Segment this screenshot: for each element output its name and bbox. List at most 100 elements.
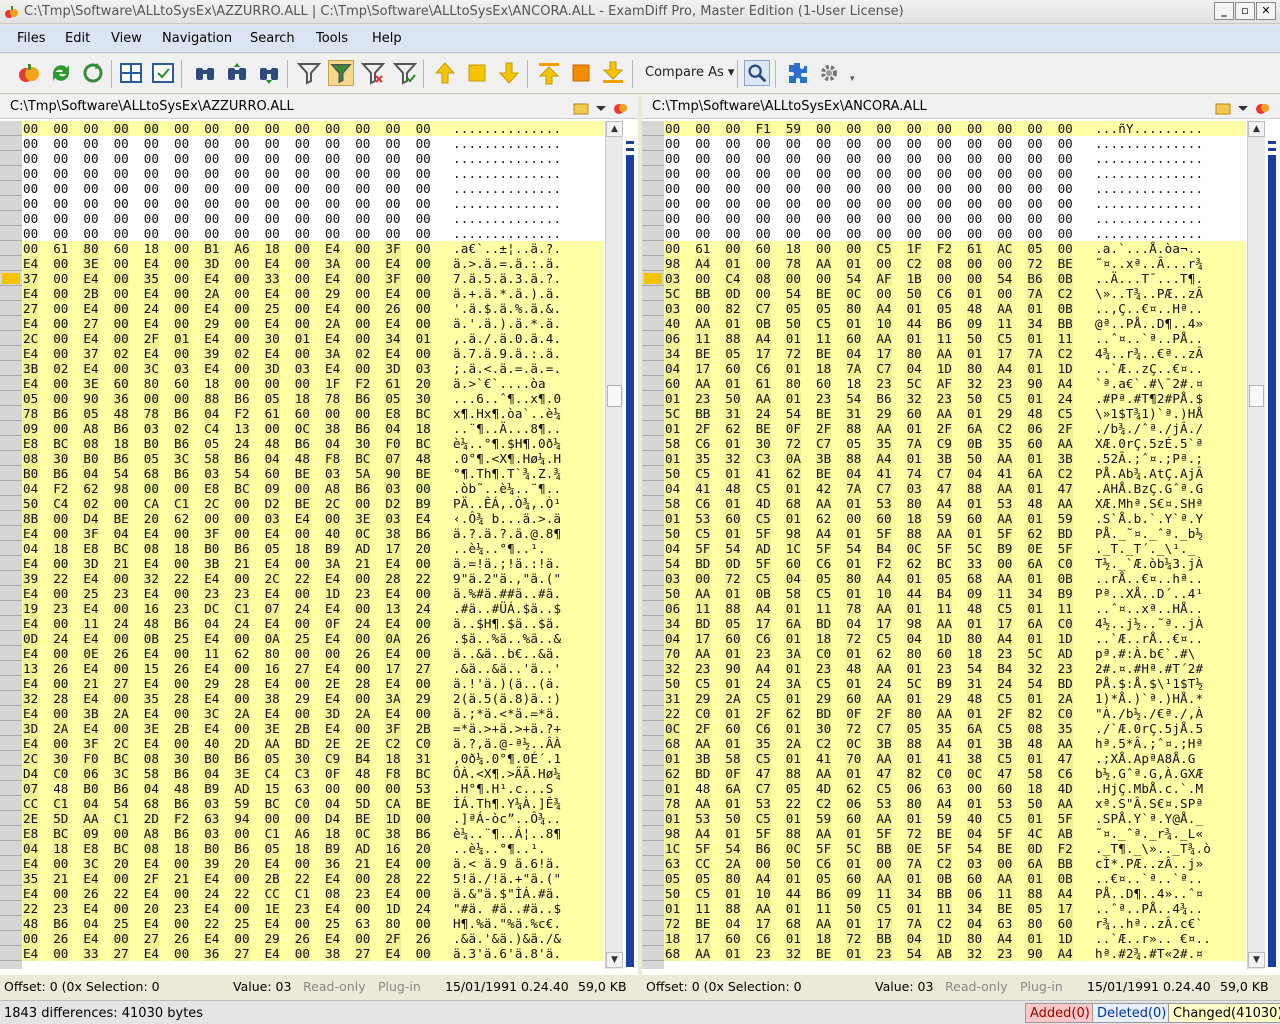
hex-byte[interactable]: 72 — [906, 826, 922, 841]
hex-byte[interactable]: 00 — [144, 181, 159, 196]
hex-byte[interactable]: E4 — [264, 256, 280, 271]
hex-byte[interactable]: C6 — [755, 631, 771, 646]
hex-row[interactable]: 04 18 E8 BC 08 18 B0 B6 05 18 B9 AD 16 20 ..è¼..°¶..¹­… — [22, 841, 604, 856]
hex-byte[interactable]: C1 — [234, 601, 250, 616]
hex-byte[interactable]: 00 — [174, 856, 190, 871]
hex-byte[interactable]: 26 — [385, 301, 401, 316]
hex-byte[interactable]: 04 — [846, 616, 861, 631]
hex-byte[interactable]: 31 — [725, 406, 741, 421]
hex-byte[interactable]: 01 — [785, 631, 801, 646]
ascii-column[interactable]: 2#.¤.#Hª.#T´2# — [1095, 661, 1203, 676]
hex-row[interactable]: 60 AA 01 61 80 60 18 23 5C AF 32 23 90 A4 `ª.a€`.#\¯2#… — [664, 376, 1246, 391]
hex-byte[interactable]: 17 — [385, 541, 401, 556]
hex-byte[interactable]: 24 — [415, 901, 431, 916]
hex-byte[interactable]: 00 — [53, 616, 69, 631]
hex-byte[interactable]: E4 — [385, 706, 401, 721]
hex-byte[interactable]: 00 — [265, 226, 280, 241]
hex-row[interactable]: 04 41 48 C5 01 42 7A C7 03 47 88 AA 01 47 .AHÅ.BzÇ.Gˆª… — [664, 481, 1246, 496]
hex-byte[interactable]: 5D — [53, 811, 69, 826]
hex-byte[interactable]: 00 — [415, 916, 431, 931]
hex-byte[interactable]: 62 — [174, 511, 189, 526]
hex-byte[interactable]: BB — [1057, 316, 1073, 331]
hex-byte[interactable]: 59 — [936, 511, 952, 526]
hex-byte[interactable]: 50 — [725, 391, 741, 406]
hex-row[interactable]: 8B 00 D4 BE 20 62 00 00 03 E4 00 3E 03 E4 ‹.Ô¾ b...ä.>… — [22, 511, 604, 526]
hex-byte[interactable]: 00 — [174, 211, 189, 226]
hex-byte[interactable]: 01 — [967, 346, 983, 361]
hex-byte[interactable]: 00 — [415, 676, 431, 691]
hex-byte[interactable]: 72 — [785, 436, 801, 451]
hex-byte[interactable]: 0C — [355, 526, 371, 541]
hex-byte[interactable]: A4 — [695, 256, 711, 271]
hex-byte[interactable]: 3E — [264, 721, 280, 736]
hex-byte[interactable]: 09 — [23, 421, 39, 436]
hex-byte[interactable]: 00 — [385, 211, 400, 226]
hex-byte[interactable]: 02 — [355, 346, 371, 361]
hex-byte[interactable]: AA — [695, 646, 711, 661]
hex-byte[interactable]: 5C — [1027, 646, 1043, 661]
hex-byte[interactable]: BC — [936, 556, 952, 571]
hex-byte[interactable]: 00 — [786, 136, 801, 151]
hex-byte[interactable]: 00 — [997, 286, 1012, 301]
hex-byte[interactable]: 3E — [83, 256, 99, 271]
hex-byte[interactable]: C6 — [816, 556, 832, 571]
hex-byte[interactable]: 18 — [294, 841, 310, 856]
hex-byte[interactable]: 05 — [204, 436, 219, 451]
hex-byte[interactable]: 23 — [997, 646, 1013, 661]
hex-byte[interactable]: 00 — [355, 871, 371, 886]
hex-byte[interactable]: AA — [816, 766, 832, 781]
hex-byte[interactable]: A8 — [83, 421, 99, 436]
hex-byte[interactable]: 08 — [83, 436, 99, 451]
hex-byte[interactable]: 05 — [846, 436, 861, 451]
stop-icon[interactable] — [568, 60, 594, 86]
close-button[interactable]: ✕ — [1256, 2, 1276, 20]
hex-byte[interactable]: 00 — [416, 166, 431, 181]
hex-byte[interactable]: 3A — [325, 256, 341, 271]
hex-byte[interactable]: 01 — [725, 256, 741, 271]
hex-byte[interactable]: 18 — [264, 241, 280, 256]
hex-byte[interactable]: 04 — [665, 361, 681, 376]
hex-byte[interactable]: F2 — [1057, 841, 1073, 856]
hex-byte[interactable]: C2 — [997, 421, 1013, 436]
right-file-path[interactable]: C:\Tmp\Software\ALLtoSysEx\ANCORA.ALL — [652, 99, 927, 114]
hex-byte[interactable]: E4 — [143, 736, 159, 751]
hex-byte[interactable]: 23 — [755, 946, 771, 961]
hex-byte[interactable]: 00 — [83, 136, 98, 151]
hex-byte[interactable]: 36 — [204, 946, 220, 961]
ascii-column[interactable]: .#Pª.#T¶2#PÅ.$ — [1095, 391, 1203, 406]
hex-byte[interactable]: C6 — [695, 436, 711, 451]
hex-byte[interactable]: 00 — [174, 181, 189, 196]
hex-byte[interactable]: E4 — [415, 511, 431, 526]
ascii-column[interactable]: ä.3'ä.6'ä.8'ä. — [453, 946, 561, 961]
hex-byte[interactable]: 2D — [234, 736, 250, 751]
hex-byte[interactable]: 0D — [725, 556, 741, 571]
menu-help[interactable]: Help — [372, 31, 402, 46]
hex-byte[interactable]: 08 — [936, 256, 952, 271]
hex-byte[interactable]: AA — [876, 601, 892, 616]
hex-byte[interactable]: 00 — [695, 301, 710, 316]
hex-byte[interactable]: 60 — [846, 331, 862, 346]
hex-row[interactable]: 06 11 88 A4 01 11 60 AA 01 11 50 C5 01 11 ..ˆ¤..`ª..PÅ… — [664, 331, 1246, 346]
hex-byte[interactable]: 2B — [264, 871, 280, 886]
hex-byte[interactable]: 00 — [416, 136, 431, 151]
hex-byte[interactable]: 23 — [355, 586, 371, 601]
hex-byte[interactable]: C0 — [816, 646, 832, 661]
hex-byte[interactable]: 23 — [816, 391, 832, 406]
hex-byte[interactable]: 3B — [204, 556, 220, 571]
hex-row[interactable]: E4 00 11 24 48 B6 04 24 E4 00 0F 24 E4 00 ä..$H¶.$ä..$… — [22, 616, 604, 631]
hex-byte[interactable]: E4 — [325, 241, 341, 256]
hex-byte[interactable]: 02 — [234, 346, 250, 361]
hex-row[interactable]: 01 11 88 AA 01 11 50 C5 01 11 34 BE 05 17 ..ˆª..PÅ..4¾… — [664, 901, 1246, 916]
hex-byte[interactable]: 90 — [1027, 946, 1043, 961]
hex-byte[interactable]: 21 — [53, 871, 69, 886]
hex-byte[interactable]: F2 — [355, 376, 371, 391]
hex-byte[interactable]: B6 — [174, 406, 190, 421]
hex-byte[interactable]: 00 — [415, 586, 431, 601]
hex-byte[interactable]: C4 — [725, 271, 741, 286]
hex-byte[interactable]: E4 — [264, 856, 280, 871]
hex-byte[interactable]: C5 — [997, 391, 1013, 406]
hex-row[interactable]: 0D 24 E4 00 0B 25 E4 00 0A 25 E4 00 0A 26 .$ä..%ä..%ä.… — [22, 631, 604, 646]
hex-byte[interactable]: 3C — [83, 856, 99, 871]
hex-byte[interactable]: 00 — [325, 166, 340, 181]
hex-byte[interactable]: 20 — [415, 841, 431, 856]
